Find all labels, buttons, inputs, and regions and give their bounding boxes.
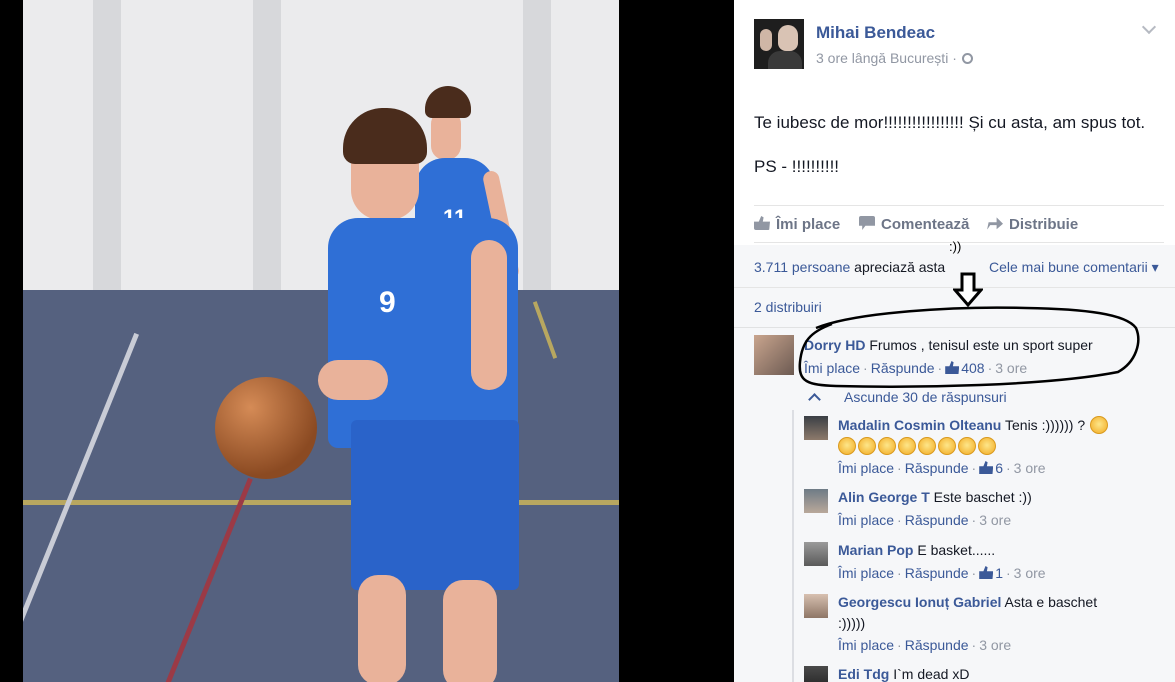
shares-count[interactable]: 2 distribuiri: [754, 299, 822, 315]
court-line: [23, 500, 619, 505]
post-photo[interactable]: 11 9: [23, 0, 619, 682]
comment-text-continued: :))))): [838, 615, 866, 631]
wall-column: [523, 0, 551, 290]
annotation-text: :)): [949, 239, 962, 254]
comment-actions: Îmi place · Răspunde · 3 ore: [838, 512, 1012, 528]
commenter-name[interactable]: Madalin Cosmin Olteanu: [838, 417, 1001, 433]
comment-sort-dropdown[interactable]: Cele mai bune comentarii ▾: [989, 259, 1159, 276]
thumbs-up-icon: [979, 566, 994, 579]
post-ps-text: PS - !!!!!!!!!!: [754, 157, 840, 176]
comment-text: Tenis :)))))) ?: [1001, 417, 1086, 433]
like-button[interactable]: Îmi place: [754, 216, 840, 233]
avatar[interactable]: [754, 335, 794, 375]
post-panel: Mihai Bendeac 3 ore lângă București · Te…: [734, 0, 1175, 682]
thumbs-up-icon: [754, 216, 770, 230]
share-label: Distribuie: [1009, 216, 1079, 233]
comment-label: Comentează: [881, 216, 970, 233]
laughing-emoji-icon: [838, 437, 856, 455]
comment-time[interactable]: 3 ore: [979, 637, 1011, 653]
comment-reply-link[interactable]: Răspunde: [905, 460, 969, 476]
comment-like-count[interactable]: 6: [995, 460, 1003, 476]
laughing-emoji-icon: [898, 437, 916, 455]
comment-like-link[interactable]: Îmi place: [838, 637, 894, 653]
laughing-emoji-icon: [918, 437, 936, 455]
comment-actions: Îmi place · Răspunde · 3 ore: [838, 637, 1012, 653]
comment-time[interactable]: 3 ore: [979, 512, 1011, 528]
comment-actions: Îmi place · Răspunde · 1 · 3 ore: [838, 565, 1046, 581]
comment-time[interactable]: 3 ore: [1014, 565, 1046, 581]
commenter-name[interactable]: Marian Pop: [838, 542, 913, 558]
commenter-name[interactable]: Alin George T: [838, 489, 930, 505]
laughing-emoji-icon: [978, 437, 996, 455]
comment-like-link[interactable]: Îmi place: [838, 565, 894, 581]
comment-time[interactable]: 3 ore: [1014, 460, 1046, 476]
chevron-down-icon[interactable]: [1141, 19, 1157, 35]
annotation-arrow-icon: [953, 272, 983, 308]
avatar[interactable]: [804, 489, 828, 513]
laughing-emoji-icon: [958, 437, 976, 455]
avatar[interactable]: [804, 416, 828, 440]
comment-reply-link[interactable]: Răspunde: [905, 637, 969, 653]
comment-reply-link[interactable]: Răspunde: [871, 360, 935, 376]
laughing-emoji-icon: [1089, 416, 1108, 434]
collapse-replies-link[interactable]: Ascunde 30 de răspunsuri: [844, 389, 1007, 405]
globe-icon[interactable]: [961, 53, 973, 64]
comment-text: Asta e baschet: [1001, 594, 1098, 610]
like-label: Îmi place: [776, 216, 841, 233]
comment-like-link[interactable]: Îmi place: [838, 512, 894, 528]
reply-thread-line: [792, 410, 794, 682]
action-bar: Îmi place Comentează Distribuie: [754, 205, 1164, 243]
laughing-emoji-icon: [878, 437, 896, 455]
laughing-emoji-icon: [858, 437, 876, 455]
comment-item: Dorry HD Frumos , tenisul este un sport …: [754, 335, 1164, 379]
comment-text: Frumos , tenisul este un sport super: [865, 337, 1093, 353]
commenter-name[interactable]: Edi Tdg: [838, 666, 889, 682]
comment-like-count[interactable]: 408: [961, 360, 984, 376]
comment-actions: Îmi place · Răspunde · 6 · 3 ore: [838, 460, 1046, 476]
gym-floor: [23, 290, 619, 682]
thumbs-up-icon: [945, 361, 960, 374]
basketball: [215, 377, 317, 479]
avatar[interactable]: [804, 594, 828, 618]
emoji-row: [838, 437, 998, 456]
post-meta: 3 ore lângă București ·: [816, 50, 973, 66]
comment-reply-link[interactable]: Răspunde: [905, 565, 969, 581]
wall-column: [93, 0, 121, 290]
comment-like-link[interactable]: Îmi place: [804, 360, 860, 376]
comment-like-count[interactable]: 1: [995, 565, 1003, 581]
post-text: Te iubesc de mor!!!!!!!!!!!!!!!!! Și cu …: [754, 113, 1146, 132]
laughing-emoji-icon: [938, 437, 956, 455]
post-time-location[interactable]: 3 ore lângă București ·: [816, 50, 957, 66]
likes-count[interactable]: 3.711 persoane apreciază asta: [754, 259, 945, 275]
share-button[interactable]: Distribuie: [987, 216, 1078, 233]
share-icon: [987, 217, 1003, 230]
comment-text: I`m dead xD: [889, 666, 970, 682]
author-avatar[interactable]: [754, 19, 804, 69]
comment-reply-link[interactable]: Răspunde: [905, 512, 969, 528]
thumbs-up-icon: [979, 461, 994, 474]
wall-column: [253, 0, 281, 290]
commenter-name[interactable]: Dorry HD: [804, 337, 865, 353]
comment-actions: Îmi place · Răspunde · 408 · 3 ore: [804, 360, 1028, 376]
comment-time[interactable]: 3 ore: [995, 360, 1027, 376]
jersey-number: 9: [379, 286, 396, 319]
comment-text: E basket......: [913, 542, 996, 558]
avatar[interactable]: [804, 666, 828, 682]
comment-button[interactable]: Comentează: [859, 216, 969, 233]
avatar[interactable]: [804, 542, 828, 566]
comment-text: Este baschet :)): [929, 489, 1032, 505]
commenter-name[interactable]: Georgescu Ionuț Gabriel: [838, 594, 1001, 610]
comment-icon: [859, 216, 875, 230]
author-name[interactable]: Mihai Bendeac: [816, 23, 935, 43]
comment-like-link[interactable]: Îmi place: [838, 460, 894, 476]
